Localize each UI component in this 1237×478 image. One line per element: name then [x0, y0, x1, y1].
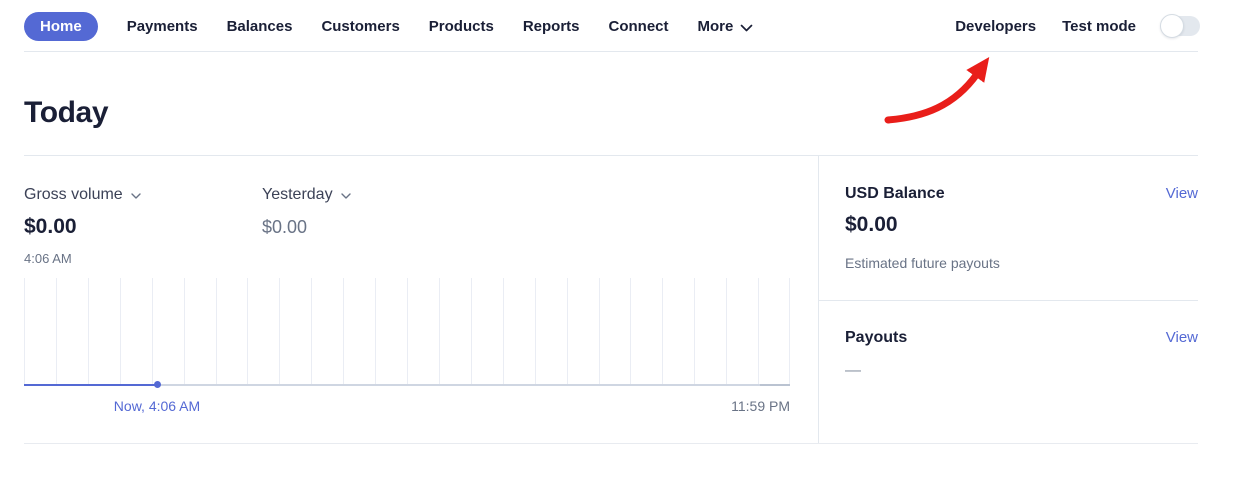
usd-balance-subtitle: Estimated future payouts	[845, 255, 1000, 271]
nav-divider	[24, 51, 1198, 52]
panel-section-divider	[818, 300, 1198, 301]
yesterday-value: $0.00	[262, 217, 307, 238]
nav-item-payments[interactable]: Payments	[127, 18, 198, 35]
chart-x-axis: Now, 4:06 AM 11:59 PM	[24, 398, 790, 416]
chart-gridline	[567, 278, 568, 386]
nav-item-reports[interactable]: Reports	[523, 18, 580, 35]
test-mode-toggle[interactable]	[1162, 16, 1200, 36]
chart-data-line	[24, 384, 157, 386]
gross-volume-label: Gross volume	[24, 186, 123, 204]
section-divider-top	[24, 155, 1198, 156]
chart-gridline	[726, 278, 727, 386]
chart-gridline	[662, 278, 663, 386]
gross-volume-value: $0.00	[24, 215, 77, 239]
gross-volume-dropdown[interactable]: Gross volume	[24, 186, 141, 204]
nav-item-balances[interactable]: Balances	[227, 18, 293, 35]
chart-end-label: 11:59 PM	[731, 398, 790, 414]
chart-gridline	[439, 278, 440, 386]
top-navigation: Home Payments Balances Customers Product…	[0, 0, 1237, 52]
chart-gridline	[630, 278, 631, 386]
nav-item-more[interactable]: More	[698, 17, 754, 36]
chevron-down-icon	[740, 19, 753, 36]
test-mode-toggle-knob	[1160, 14, 1184, 38]
payouts-empty-value: —	[845, 362, 861, 380]
chevron-down-icon	[131, 186, 141, 204]
chart-gridline	[535, 278, 536, 386]
chart-gridline	[407, 278, 408, 386]
chart-gridline	[56, 278, 57, 386]
chart-gridline	[216, 278, 217, 386]
nav-item-more-label: More	[698, 18, 734, 35]
nav-item-customers[interactable]: Customers	[321, 18, 399, 35]
page-title: Today	[24, 96, 108, 130]
chart-gridline	[375, 278, 376, 386]
chart-gridline	[247, 278, 248, 386]
chart-gridline	[758, 278, 759, 386]
chevron-down-icon	[341, 186, 351, 204]
nav-item-home[interactable]: Home	[24, 12, 98, 41]
chart-gridline	[184, 278, 185, 386]
gross-volume-time: 4:06 AM	[24, 251, 72, 266]
nav-item-products[interactable]: Products	[429, 18, 494, 35]
panel-vertical-divider	[818, 155, 819, 443]
chart-gridline	[694, 278, 695, 386]
chart-gridline	[152, 278, 153, 386]
usd-balance-title: USD Balance	[845, 185, 945, 203]
payouts-view-link[interactable]: View	[1166, 329, 1198, 346]
usd-balance-view-link[interactable]: View	[1166, 185, 1198, 202]
chart-now-label[interactable]: Now, 4:06 AM	[114, 398, 200, 414]
nav-item-connect[interactable]: Connect	[609, 18, 669, 35]
chart-gridline	[120, 278, 121, 386]
chart-gridline	[88, 278, 89, 386]
chart-current-point	[154, 381, 161, 388]
red-arrow-annotation	[878, 44, 1010, 132]
gross-volume-chart[interactable]	[24, 278, 790, 386]
yesterday-dropdown[interactable]: Yesterday	[262, 186, 351, 204]
test-mode-label: Test mode	[1062, 18, 1136, 35]
stripe-dashboard: Home Payments Balances Customers Product…	[0, 0, 1237, 478]
chart-gridline	[789, 278, 790, 386]
chart-gridline	[24, 278, 25, 386]
nav-right-group: Developers Test mode	[955, 0, 1200, 52]
nav-item-developers[interactable]: Developers	[955, 18, 1036, 35]
chart-gridline	[279, 278, 280, 386]
nav-left-group: Home Payments Balances Customers Product…	[24, 0, 753, 52]
payouts-title: Payouts	[845, 329, 907, 347]
chart-gridline	[503, 278, 504, 386]
section-divider-bottom	[24, 443, 1198, 444]
chart-gridline	[343, 278, 344, 386]
usd-balance-value: $0.00	[845, 213, 898, 237]
yesterday-label: Yesterday	[262, 186, 333, 204]
chart-baseline-endcap	[760, 384, 790, 386]
chart-gridline	[471, 278, 472, 386]
chart-gridline	[311, 278, 312, 386]
chart-gridline	[599, 278, 600, 386]
